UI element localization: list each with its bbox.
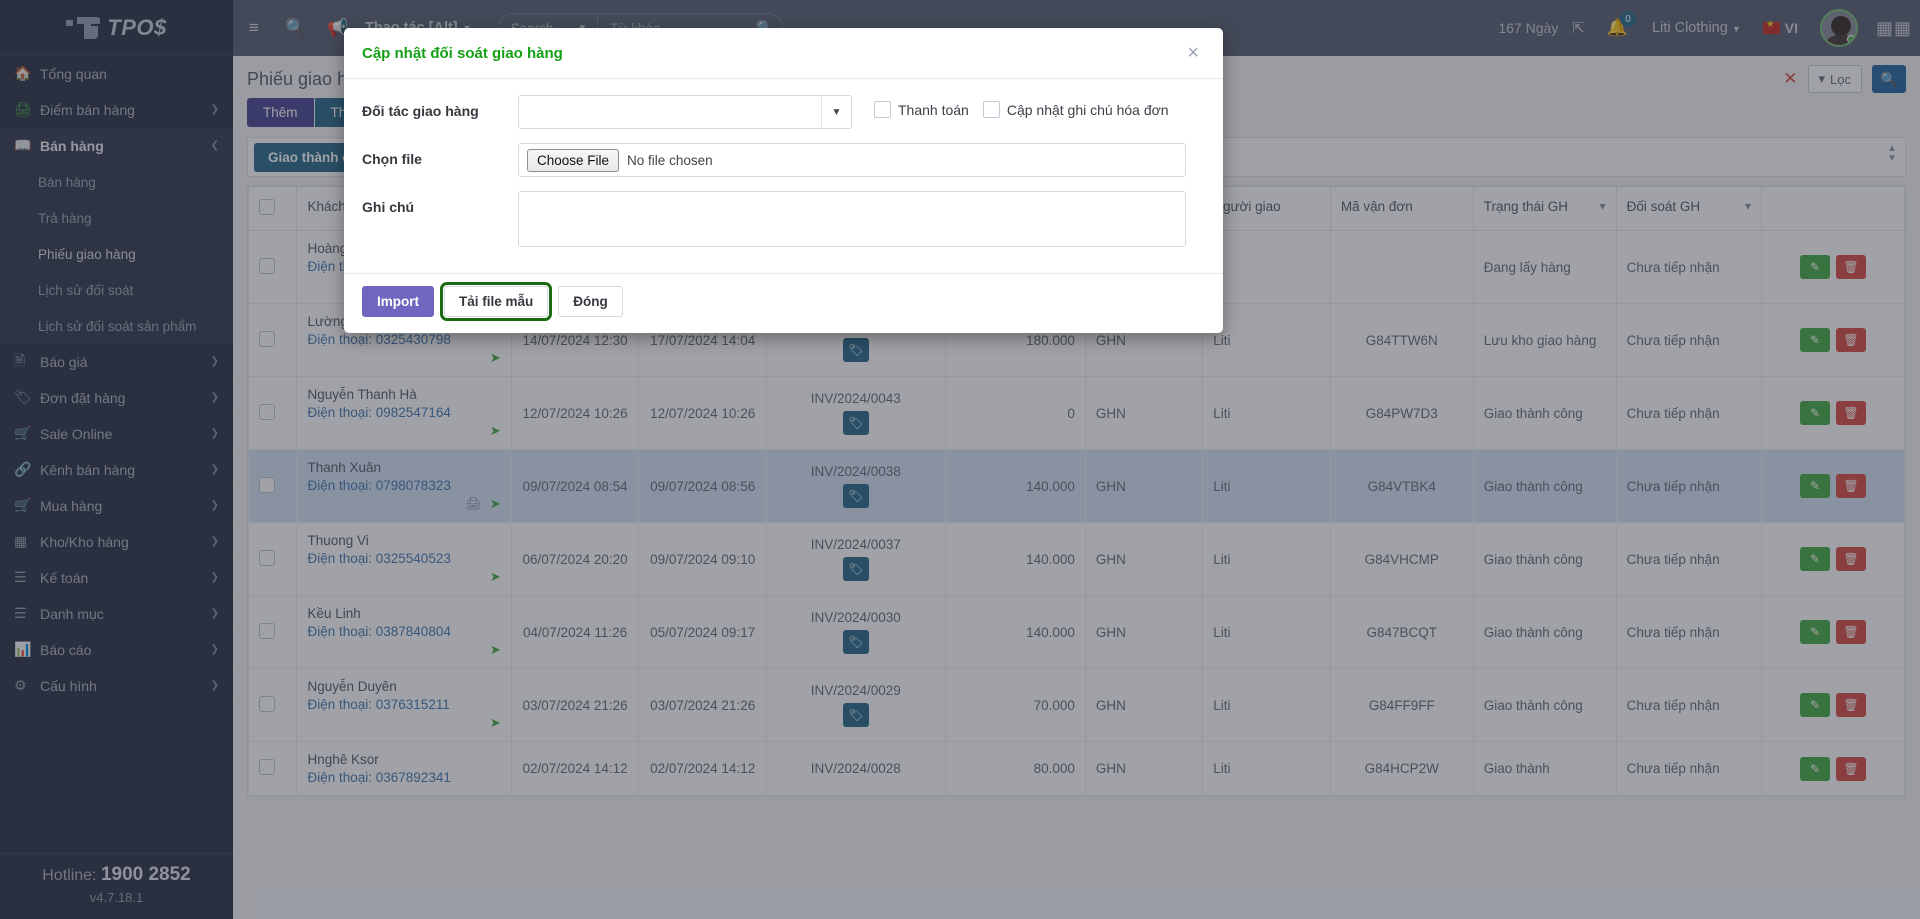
- note-label: Ghi chú: [362, 199, 415, 215]
- field-row-file: Chọn file Choose File No file chosen: [362, 143, 1205, 177]
- import-button[interactable]: Import: [362, 286, 434, 317]
- file-status-text: No file chosen: [627, 152, 713, 168]
- modal-footer: Import Tải file mẫu Đóng: [344, 273, 1223, 333]
- chevron-down-icon: ▼: [821, 96, 851, 128]
- checkbox-label: Cập nhật ghi chú hóa đơn: [1006, 101, 1169, 118]
- partner-label: Đối tác giao hàng: [362, 103, 479, 119]
- choose-file-button[interactable]: Choose File: [527, 148, 620, 172]
- checkbox-label: Thanh toán: [898, 101, 969, 118]
- close-button[interactable]: Đóng: [558, 286, 623, 317]
- modal-title: Cập nhật đối soát giao hàng: [362, 44, 563, 62]
- download-sample-file-button[interactable]: Tải file mẫu: [439, 282, 553, 321]
- checkbox-thanh-toan[interactable]: Thanh toán: [874, 101, 969, 118]
- file-label: Chọn file: [362, 151, 422, 167]
- application-root: TPO$ 🏠 Tổng quan 🖨 Điểm bán hàng ❯ 📖 Bán…: [0, 0, 1920, 919]
- modal-header: Cập nhật đối soát giao hàng ×: [344, 28, 1223, 79]
- checkbox-group: Thanh toán Cập nhật ghi chú hóa đơn: [874, 95, 1183, 118]
- field-row-partner: Đối tác giao hàng ▼ Thanh toán Cập nhật …: [362, 95, 1205, 129]
- checkbox-cap-nhat-ghi-chu[interactable]: Cập nhật ghi chú hóa đơn: [982, 101, 1169, 118]
- close-icon[interactable]: ×: [1181, 42, 1205, 64]
- note-textarea[interactable]: [518, 191, 1186, 247]
- checkbox-box[interactable]: [874, 101, 891, 118]
- checkbox-box[interactable]: [982, 101, 1000, 118]
- modal-body: Đối tác giao hàng ▼ Thanh toán Cập nhật …: [344, 79, 1223, 273]
- update-reconciliation-modal: Cập nhật đối soát giao hàng × Đối tác gi…: [344, 28, 1223, 333]
- file-input[interactable]: Choose File No file chosen: [518, 143, 1186, 177]
- field-row-note: Ghi chú: [362, 191, 1205, 247]
- partner-select[interactable]: ▼: [518, 95, 852, 129]
